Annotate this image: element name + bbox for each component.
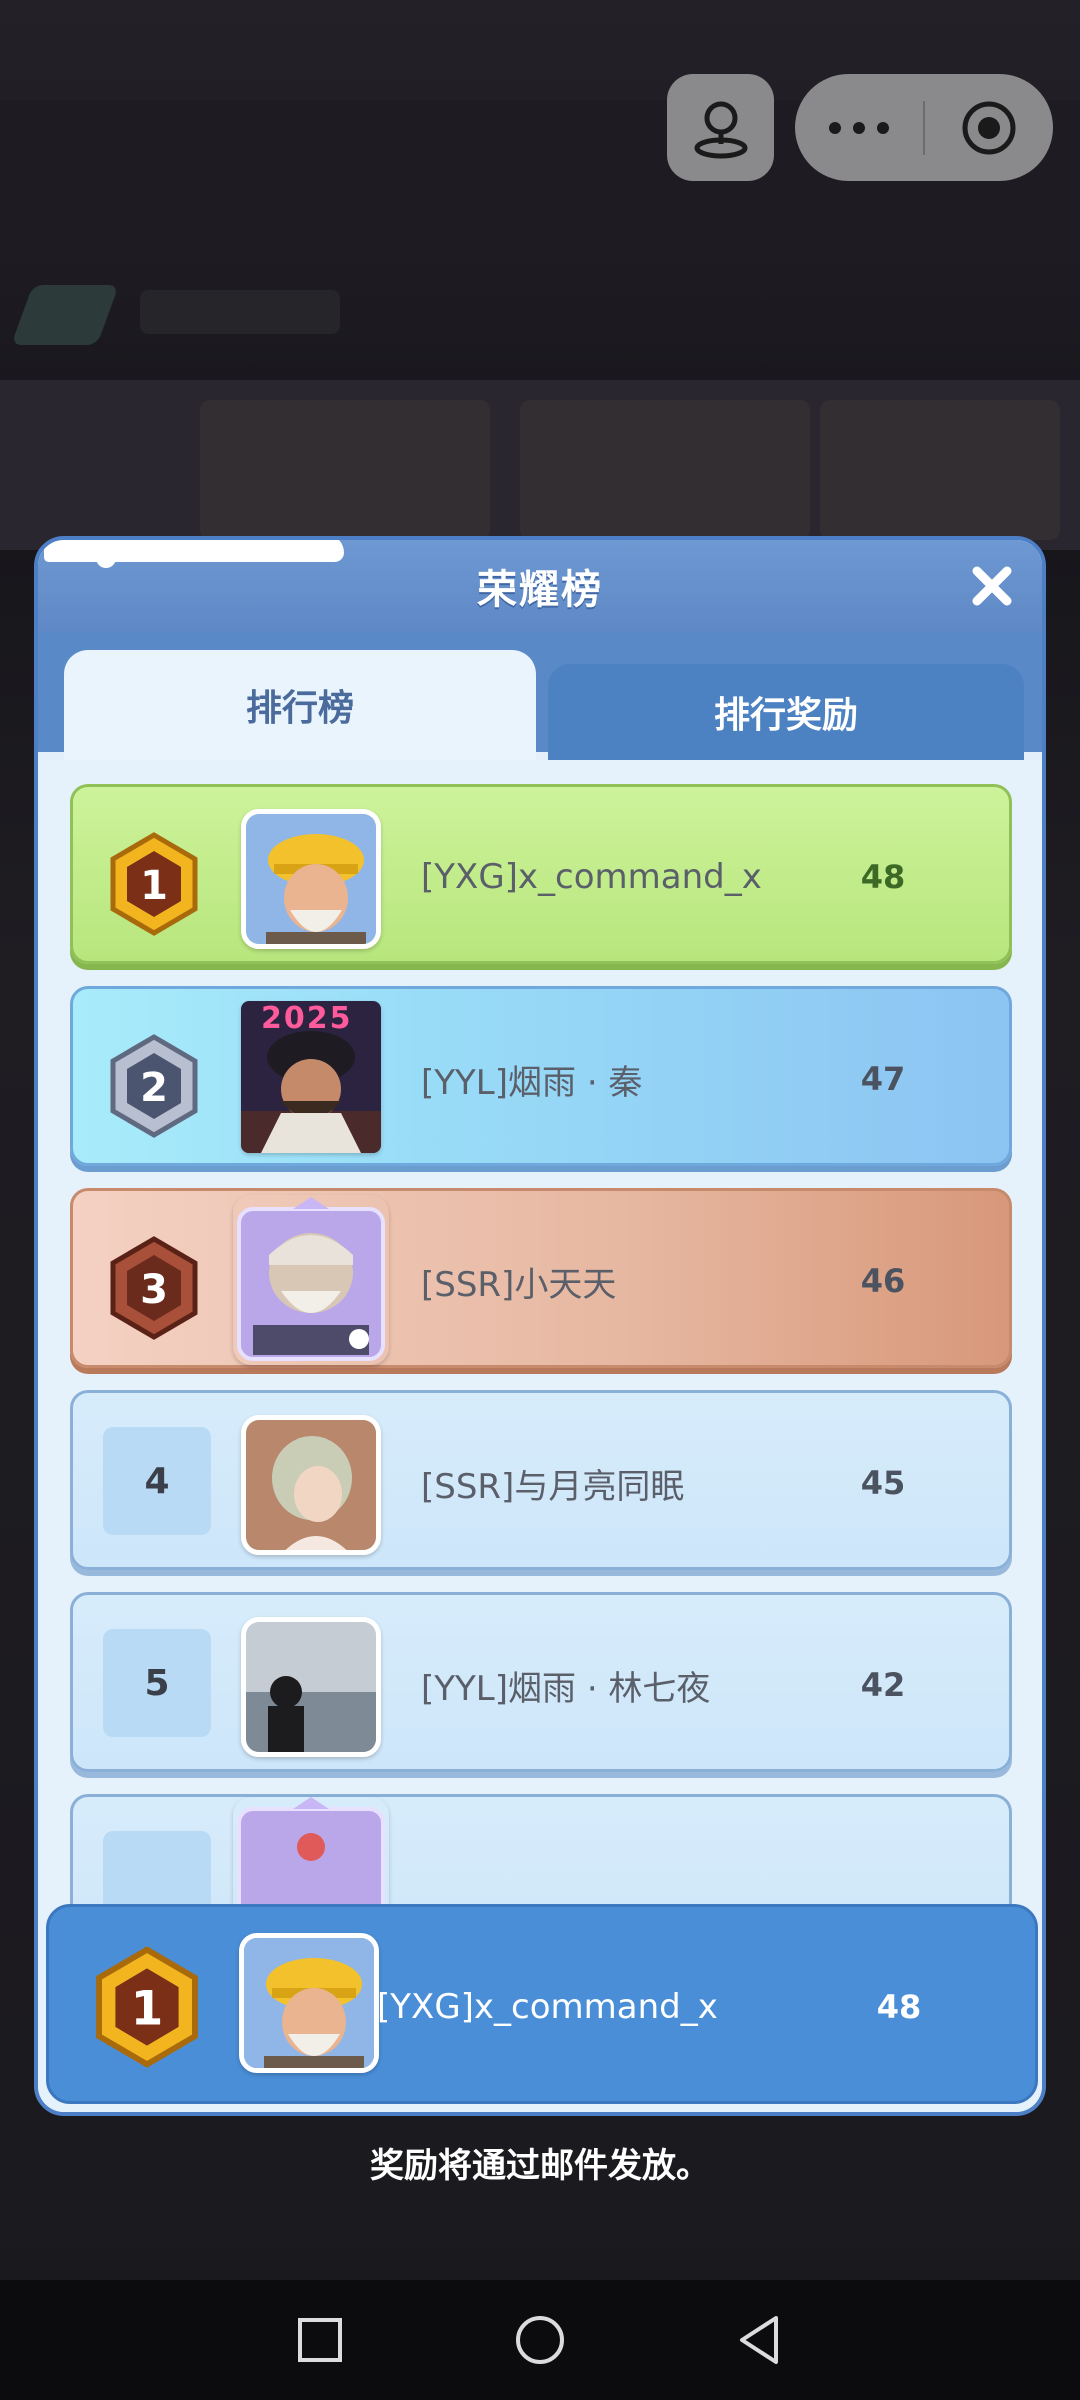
background-tile xyxy=(200,400,490,540)
player-score: 48 xyxy=(860,858,906,896)
my-player-score: 48 xyxy=(876,1988,922,2026)
player-name: [YXG]x_command_x xyxy=(421,857,762,897)
square-icon xyxy=(298,2318,342,2362)
tab-rank-rewards[interactable]: 排行奖励 xyxy=(548,664,1024,760)
list-item[interactable]: 5 [YYL]烟雨 · 林七夜 42 xyxy=(70,1592,1012,1772)
list-item[interactable]: 3 [SSR]小天天 46 xyxy=(70,1188,1012,1368)
player-name: [SSR]与月亮同眠 xyxy=(421,1466,685,1507)
player-name: [YYL]烟雨 · 林七夜 xyxy=(421,1668,711,1709)
player-score: 46 xyxy=(860,1262,906,1300)
svg-text:3: 3 xyxy=(140,1267,168,1313)
avatar[interactable]: 2025 xyxy=(241,1001,381,1153)
close-icon xyxy=(972,566,1012,606)
player-score: 47 xyxy=(860,1060,906,1098)
reward-mail-note: 奖励将通过邮件发放。 xyxy=(370,2146,710,2186)
avatar[interactable] xyxy=(241,1415,381,1555)
more-button[interactable] xyxy=(795,74,923,181)
rank-number: 4 xyxy=(103,1427,211,1535)
player-score: 45 xyxy=(860,1464,906,1502)
leaderboard-modal: 荣耀榜 排行榜 排行奖励 1 [YXG]x_command_x 48 2 202… xyxy=(34,536,1046,2116)
record-button[interactable] xyxy=(925,74,1053,181)
my-player-name: [YXG]x_command_x xyxy=(377,1987,718,2027)
avatar[interactable] xyxy=(241,1617,381,1757)
list-item[interactable]: 2 2025 [YYL]烟雨 · 秦 47 xyxy=(70,986,1012,1166)
avatar[interactable] xyxy=(233,1195,389,1365)
background-label xyxy=(140,290,340,334)
rank-number: 5 xyxy=(103,1629,211,1737)
player-name: [YYL]烟雨 · 秦 xyxy=(421,1062,643,1103)
record-icon xyxy=(962,101,1016,154)
gold-rank-badge-icon: 1 xyxy=(110,832,198,936)
capsule-menu xyxy=(795,74,1053,181)
gold-rank-badge-icon: 1 xyxy=(96,1946,198,2068)
pin-icon xyxy=(694,101,747,158)
bronze-rank-badge-icon: 3 xyxy=(110,1236,198,1340)
silver-rank-badge-icon: 2 xyxy=(110,1034,198,1138)
home-button[interactable] xyxy=(510,2310,570,2370)
background-tile xyxy=(520,400,810,540)
list-item[interactable]: 4 [SSR]与月亮同眠 45 xyxy=(70,1390,1012,1570)
svg-text:1: 1 xyxy=(131,1983,164,2037)
recents-button[interactable] xyxy=(290,2310,350,2370)
system-nav-bar xyxy=(0,2280,1080,2400)
my-avatar[interactable] xyxy=(239,1933,379,2073)
svg-text:2: 2 xyxy=(140,1065,168,1111)
background-tile xyxy=(820,400,1060,540)
player-score: 42 xyxy=(860,1666,906,1704)
more-icon xyxy=(829,121,889,134)
circle-icon xyxy=(516,2316,564,2364)
triangle-back-icon xyxy=(740,2316,778,2364)
tab-leaderboard[interactable]: 排行榜 xyxy=(64,650,536,760)
list-item[interactable]: 1 [YXG]x_command_x 48 xyxy=(70,784,1012,964)
close-button[interactable] xyxy=(964,558,1020,614)
my-rank-bar: 1 [YXG]x_command_x 48 xyxy=(46,1904,1038,2104)
back-button[interactable] xyxy=(730,2310,790,2370)
svg-text:1: 1 xyxy=(140,863,168,909)
avatar[interactable] xyxy=(241,809,381,949)
player-name: [SSR]小天天 xyxy=(421,1264,617,1305)
modal-title: 荣耀榜 xyxy=(477,567,603,613)
pin-button[interactable] xyxy=(667,74,774,181)
avatar-year-label: 2025 xyxy=(261,1001,353,1036)
